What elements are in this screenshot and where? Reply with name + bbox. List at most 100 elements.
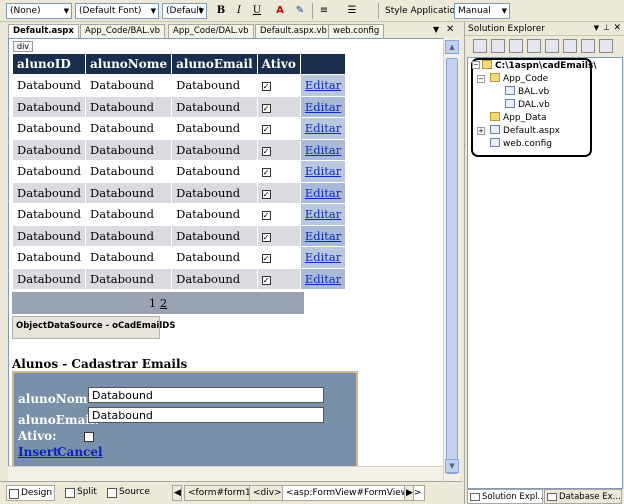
- expand-icon[interactable]: +: [477, 127, 485, 135]
- ativo-checkbox[interactable]: ✓: [261, 168, 271, 178]
- list-icon[interactable]: ☰: [344, 3, 360, 19]
- close-icon[interactable]: ✕: [446, 24, 454, 35]
- objectdatasource-control[interactable]: ObjectDataSource - oCadEmailDS: [12, 316, 175, 339]
- tab-web-config[interactable]: web.config: [328, 24, 385, 38]
- font-color-icon[interactable]: A: [272, 3, 288, 19]
- refresh-icon[interactable]: [509, 39, 523, 53]
- edit-link[interactable]: Editar: [305, 100, 341, 114]
- edit-link[interactable]: Editar: [305, 272, 341, 286]
- header-alunoid[interactable]: alunoID: [11, 53, 87, 75]
- collapse-icon[interactable]: −: [472, 61, 480, 69]
- ativo-checkbox[interactable]: ✓: [261, 232, 271, 242]
- header-edit: [299, 53, 347, 75]
- edit-link[interactable]: Editar: [305, 207, 341, 221]
- bold-button[interactable]: B: [213, 3, 229, 19]
- horizontal-scrollbar[interactable]: [8, 466, 443, 481]
- tree-root[interactable]: C:\1aspn\cadEmails\: [482, 60, 597, 71]
- folder-icon: [490, 73, 500, 82]
- edit-link[interactable]: Editar: [305, 78, 341, 92]
- gridview[interactable]: alunoID alunoNome alunoEmail Ativo Datab…: [11, 53, 347, 290]
- size-dropdown[interactable]: (Default ▼: [162, 3, 207, 19]
- ativo-checkbox[interactable]: ✓: [261, 146, 271, 156]
- edit-link[interactable]: Editar: [305, 250, 341, 264]
- edit-link[interactable]: Editar: [305, 164, 341, 178]
- design-view-button[interactable]: Design: [6, 485, 56, 501]
- table-cell: Databound: [171, 203, 258, 226]
- properties-icon[interactable]: [473, 39, 487, 53]
- table-cell: Databound: [171, 267, 258, 290]
- view-code-icon[interactable]: [545, 39, 559, 53]
- edit-link[interactable]: Editar: [305, 121, 341, 135]
- edit-link[interactable]: Editar: [305, 143, 341, 157]
- copy-website-icon[interactable]: [581, 39, 595, 53]
- crumb-div[interactable]: <div>: [249, 485, 286, 501]
- scroll-down-icon[interactable]: ▼: [445, 459, 459, 473]
- edit-link[interactable]: Editar: [305, 186, 341, 200]
- scroll-up-icon[interactable]: ▲: [445, 40, 459, 54]
- tree-item-dal-vb[interactable]: DAL.vb: [505, 99, 550, 110]
- collapse-icon[interactable]: −: [477, 75, 485, 83]
- solution-tree[interactable]: − C:\1aspn\cadEmails\ − App_Code BAL.vb …: [467, 57, 623, 489]
- nome-input[interactable]: [88, 387, 324, 403]
- tree-item-app-code[interactable]: App_Code: [490, 73, 548, 84]
- tab-default-aspx-vb[interactable]: Default.aspx.vb: [255, 24, 332, 38]
- style-dropdown[interactable]: (None) ▼: [6, 3, 72, 19]
- tab-solution-explorer[interactable]: Solution Expl...: [467, 489, 543, 504]
- source-view-button[interactable]: Source: [105, 485, 152, 501]
- tree-item-bal-vb[interactable]: BAL.vb: [505, 86, 549, 97]
- split-view-button[interactable]: Split: [63, 485, 99, 501]
- email-input[interactable]: [88, 407, 324, 423]
- source-label: Source: [119, 487, 150, 497]
- crumb-forward-icon[interactable]: ▶: [404, 485, 414, 501]
- scroll-thumb[interactable]: [446, 58, 458, 474]
- table-cell: Databound: [85, 224, 173, 247]
- ativo-checkbox[interactable]: ✓: [261, 103, 271, 113]
- header-alunonome[interactable]: alunoNome: [85, 53, 173, 75]
- grid-header-row: alunoID alunoNome alunoEmail Ativo: [11, 53, 347, 75]
- edit-cell: Editar: [299, 224, 347, 247]
- vertical-scrollbar[interactable]: ▲ ▼: [443, 38, 460, 481]
- close-icon[interactable]: ✕: [613, 23, 621, 33]
- formview[interactable]: alunoNome: alunoEmail: Ativo: Insert Can…: [12, 371, 358, 469]
- italic-button[interactable]: I: [231, 3, 247, 19]
- tab-dropdown-icon[interactable]: ▼: [433, 25, 439, 34]
- ativo-checkbox[interactable]: ✓: [261, 189, 271, 199]
- highlight-icon[interactable]: ✎: [292, 3, 308, 19]
- ativo-checkbox[interactable]: [84, 432, 94, 442]
- underline-button[interactable]: U: [249, 3, 265, 19]
- font-dropdown[interactable]: (Default Font) ▼: [75, 3, 159, 19]
- ativo-checkbox[interactable]: ✓: [261, 125, 271, 135]
- asp-config-icon[interactable]: [599, 39, 613, 53]
- project-icon: [482, 60, 492, 69]
- view-designer-icon[interactable]: [563, 39, 577, 53]
- ativo-checkbox[interactable]: ✓: [261, 82, 271, 92]
- edit-cell: Editar: [299, 181, 347, 204]
- tab-default-aspx[interactable]: Default.aspx: [8, 24, 79, 39]
- tab-bal-vb[interactable]: App_Code/BAL.vb: [80, 24, 165, 38]
- ativo-checkbox[interactable]: ✓: [261, 275, 271, 285]
- table-cell: Databound: [85, 203, 173, 226]
- style-application-dropdown[interactable]: Manual ▼: [454, 3, 510, 19]
- tree-item-default-aspx[interactable]: Default.aspx: [490, 125, 560, 136]
- tab-database-explorer[interactable]: Database Ex...: [544, 489, 622, 504]
- tree-item-app-data[interactable]: App_Data: [490, 112, 547, 123]
- table-row: Databound Databound Databound ✓ Editar: [11, 95, 347, 118]
- insert-link[interactable]: Insert: [18, 445, 59, 459]
- ativo-checkbox[interactable]: ✓: [261, 211, 271, 221]
- ativo-checkbox[interactable]: ✓: [261, 254, 271, 264]
- nest-icon[interactable]: [527, 39, 541, 53]
- align-icon[interactable]: ≡: [316, 3, 332, 19]
- tab-dal-vb[interactable]: App_Code/DAL.vb: [168, 24, 254, 38]
- pager-page-2[interactable]: 2: [160, 296, 167, 310]
- tree-item-web-config[interactable]: web.config: [490, 138, 552, 149]
- header-alunoemail[interactable]: alunoEmail: [171, 53, 258, 75]
- edit-cell: Editar: [299, 246, 347, 269]
- header-ativo[interactable]: Ativo: [256, 53, 301, 75]
- cancel-link[interactable]: Cancel: [57, 445, 103, 459]
- tree-item-label: DAL.vb: [518, 100, 550, 110]
- dropdown-icon[interactable]: ▼: [594, 24, 599, 32]
- show-all-files-icon[interactable]: [491, 39, 505, 53]
- edit-link[interactable]: Editar: [305, 229, 341, 243]
- pin-icon[interactable]: ⊥: [603, 23, 610, 32]
- crumb-back-icon[interactable]: ◀: [172, 485, 182, 501]
